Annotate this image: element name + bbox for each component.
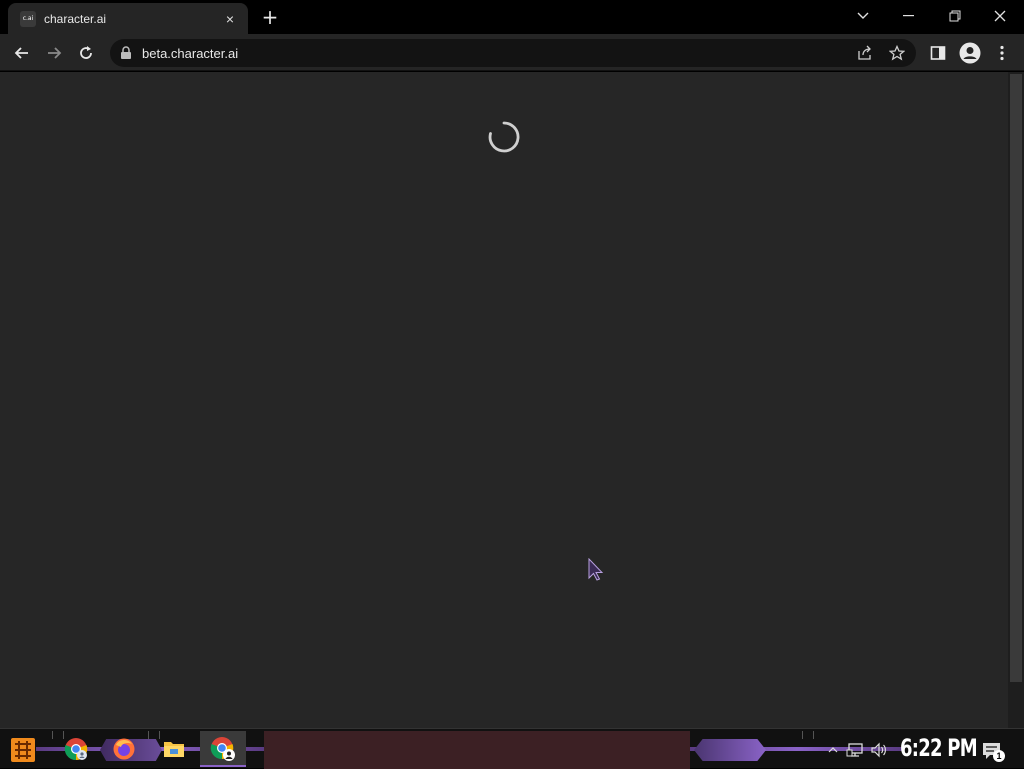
tab-search-button[interactable] — [849, 6, 877, 26]
tab-favicon: c.ai — [20, 10, 36, 27]
close-icon — [994, 10, 1006, 22]
taskbar: 6:22 PM 1 — [0, 728, 1024, 769]
reload-button[interactable] — [74, 41, 98, 65]
page-content — [0, 72, 1008, 728]
volume-icon — [871, 742, 886, 758]
taskbar-grip — [802, 731, 814, 739]
share-button[interactable] — [856, 44, 874, 62]
browser-tab[interactable]: c.ai character.ai × — [8, 3, 248, 34]
url-text[interactable]: beta.character.ai — [142, 46, 238, 61]
loading-spinner-icon — [488, 121, 520, 153]
profile-icon — [959, 42, 981, 64]
forward-icon — [48, 47, 62, 59]
taskbar-file-explorer[interactable] — [160, 735, 188, 763]
chrome-profile-icon — [210, 737, 235, 761]
scrollbar-thumb[interactable] — [1010, 74, 1022, 682]
chevron-up-icon — [828, 747, 838, 753]
network-button[interactable] — [846, 741, 864, 759]
minimize-button[interactable] — [895, 6, 923, 26]
menu-button[interactable] — [990, 41, 1014, 65]
chevron-down-icon — [857, 12, 869, 19]
tab-close-button[interactable]: × — [222, 11, 238, 27]
notification-badge: 1 — [993, 750, 1005, 762]
tray-decoration — [694, 739, 766, 761]
reload-icon — [80, 46, 92, 59]
new-tab-button[interactable]: + — [260, 7, 280, 27]
browser-toolbar: beta.character.ai — [0, 34, 1024, 71]
more-vert-icon — [1000, 45, 1004, 61]
star-icon — [889, 45, 905, 61]
back-button[interactable] — [10, 41, 34, 65]
address-bar[interactable]: beta.character.ai — [110, 39, 916, 67]
taskbar-grip — [148, 731, 160, 739]
back-icon — [14, 47, 28, 59]
mouse-cursor-icon — [588, 558, 604, 581]
volume-button[interactable] — [870, 741, 888, 759]
show-hidden-icons-button[interactable] — [824, 741, 842, 759]
start-button[interactable] — [8, 735, 38, 765]
forward-button[interactable] — [42, 41, 66, 65]
share-icon — [858, 45, 871, 60]
bookmark-button[interactable] — [888, 44, 906, 62]
restore-button[interactable] — [941, 6, 969, 26]
chrome-icon — [64, 738, 88, 761]
side-panel-icon — [930, 46, 946, 60]
firefox-icon — [113, 738, 135, 760]
taskbar-empty-area[interactable] — [264, 731, 690, 769]
network-icon — [846, 743, 863, 757]
taskbar-chrome[interactable] — [62, 735, 90, 763]
restore-icon — [949, 10, 961, 22]
minimize-icon — [903, 15, 914, 17]
taskbar-firefox[interactable] — [110, 735, 138, 763]
folder-icon — [164, 742, 184, 757]
close-window-button[interactable] — [986, 6, 1014, 26]
profile-button[interactable] — [958, 41, 982, 65]
tab-title: character.ai — [44, 11, 107, 26]
taskbar-chrome-profile[interactable] — [209, 735, 237, 763]
side-panel-button[interactable] — [926, 41, 950, 65]
taskbar-clock[interactable]: 6:22 PM — [900, 734, 978, 762]
lock-icon[interactable] — [120, 46, 132, 60]
tab-strip: c.ai character.ai × + — [0, 0, 1024, 34]
